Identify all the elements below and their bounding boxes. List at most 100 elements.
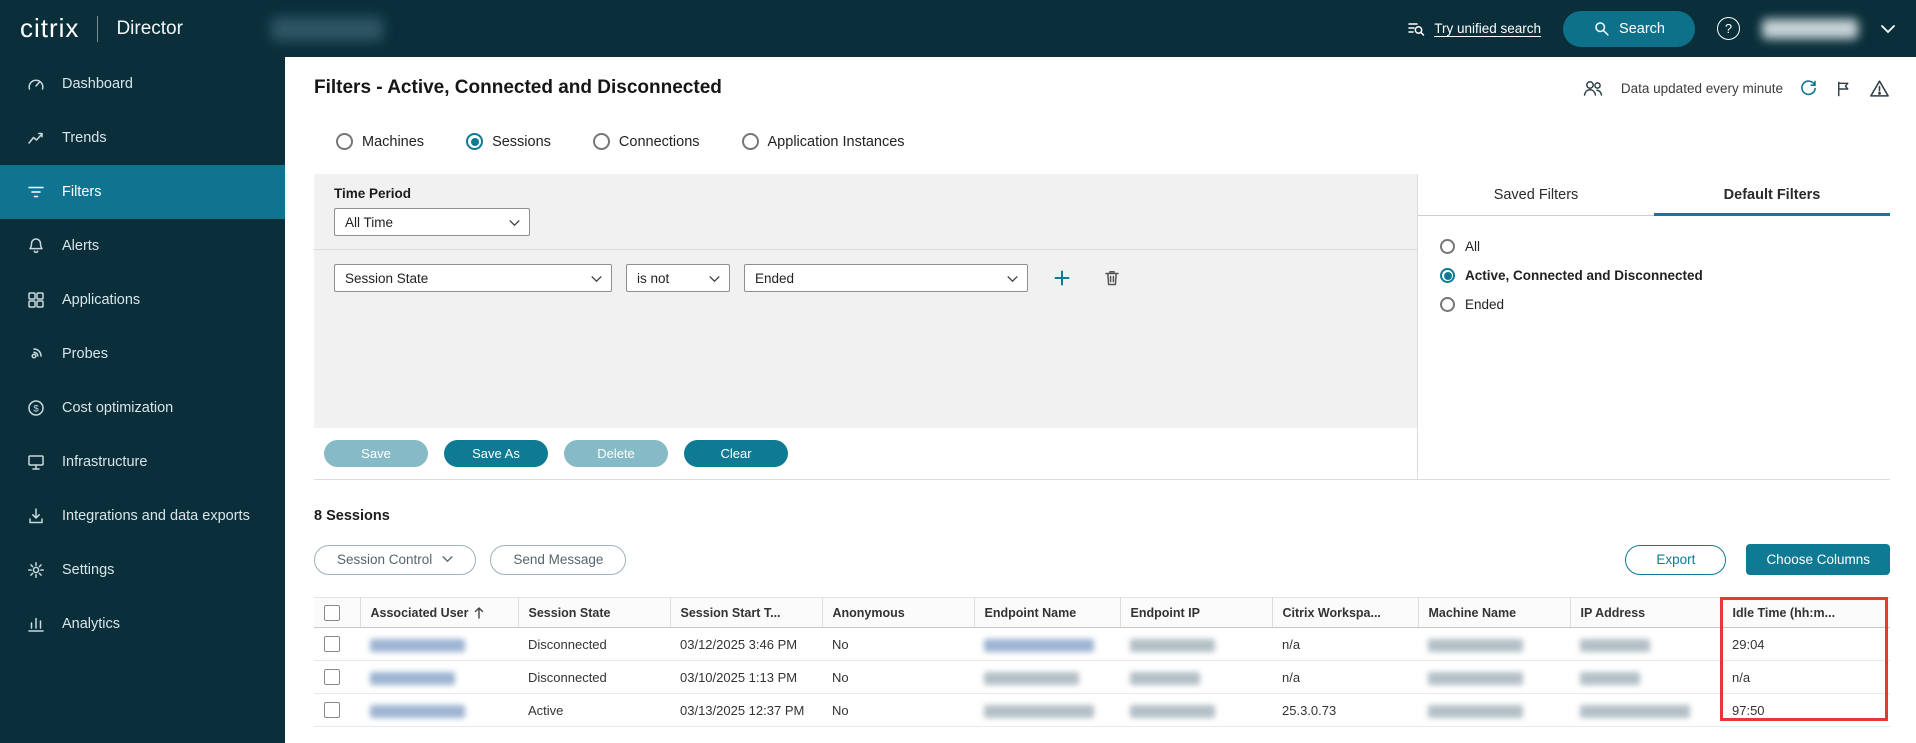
radio-application-instances[interactable]: Application Instances [742,133,905,150]
help-icon[interactable]: ? [1717,17,1740,40]
table-row[interactable]: Active 03/13/2025 12:37 PM No 25.3.0.73 … [314,694,1890,727]
redacted-cell [1580,639,1650,652]
ip-address-cell [1570,661,1722,694]
row-checkbox[interactable] [324,636,340,652]
export-button[interactable]: Export [1625,545,1726,575]
sessions-count: 8 Sessions [314,508,1890,524]
col-session-start[interactable]: Session Start T... [670,598,822,628]
clear-button[interactable]: Clear [684,440,788,467]
machine-name-cell [1418,661,1570,694]
row-checkbox[interactable] [324,669,340,685]
col-anonymous[interactable]: Anonymous [822,598,974,628]
send-message-button[interactable]: Send Message [490,545,626,575]
row-checkbox[interactable] [324,702,340,718]
sidebar-item-label: Infrastructure [62,454,147,470]
col-endpoint-name[interactable]: Endpoint Name [974,598,1120,628]
sidebar-item-probes[interactable]: Probes [0,327,285,381]
radio-sessions[interactable]: Sessions [466,133,551,150]
col-citrix-workspace[interactable]: Citrix Workspa... [1272,598,1418,628]
infrastructure-icon [26,452,46,472]
tab-saved-filters[interactable]: Saved Filters [1418,174,1654,215]
radio-circle [466,133,483,150]
redacted-cell [984,639,1094,652]
sidebar-item-filters[interactable]: Filters [0,165,285,219]
save-as-button[interactable]: Save As [444,440,548,467]
unified-search-link[interactable]: Try unified search [1406,19,1541,39]
choose-columns-button[interactable]: Choose Columns [1746,544,1890,575]
associated-user-cell [360,661,518,694]
sidebar-item-cost-optimization[interactable]: $ Cost optimization [0,381,285,435]
conditions-section: Session State is not Ended [314,250,1417,428]
refresh-icon[interactable] [1799,79,1818,98]
table-row[interactable]: Disconnected 03/10/2025 1:13 PM No n/a n… [314,661,1890,694]
warning-icon[interactable] [1869,78,1890,99]
tab-default-filters[interactable]: Default Filters [1654,174,1890,215]
delete-button[interactable]: Delete [564,440,668,467]
svg-text:$: $ [33,403,39,414]
chevron-down-icon[interactable] [1880,24,1896,34]
col-machine-name[interactable]: Machine Name [1418,598,1570,628]
redacted-cell [1130,672,1200,685]
default-filter-all[interactable]: All [1440,232,1890,261]
table-row[interactable]: Disconnected 03/12/2025 3:46 PM No n/a 2… [314,628,1890,661]
default-filter-active-connected-disconnected[interactable]: Active, Connected and Disconnected [1440,261,1890,290]
probes-icon [26,344,46,364]
citrix-workspace-cell: n/a [1272,661,1418,694]
redacted-cell [1130,639,1215,652]
col-session-state[interactable]: Session State [518,598,670,628]
col-label: Machine Name [1429,606,1517,620]
default-filter-ended[interactable]: Ended [1440,290,1890,319]
option-label: Active, Connected and Disconnected [1465,268,1703,283]
logo-divider [97,16,98,42]
sidebar-item-analytics[interactable]: Analytics [0,597,285,651]
sidebar-item-alerts[interactable]: Alerts [0,219,285,273]
sidebar-item-label: Analytics [62,616,120,632]
ip-address-cell [1570,628,1722,661]
col-endpoint-ip[interactable]: Endpoint IP [1120,598,1272,628]
col-label: Session State [529,606,611,620]
condition-field-select[interactable]: Session State [334,264,612,292]
sort-asc-icon[interactable] [474,607,484,619]
save-button[interactable]: Save [324,440,428,467]
select-all-checkbox[interactable] [324,605,340,621]
col-ip-address[interactable]: IP Address [1570,598,1722,628]
time-period-label: Time Period [334,186,1397,201]
search-button[interactable]: Search [1563,11,1695,47]
session-control-button[interactable]: Session Control [314,545,476,575]
radio-machines[interactable]: Machines [336,133,424,150]
citrix-logo[interactable]: citrix [20,13,79,44]
condition-value-select[interactable]: Ended [744,264,1028,292]
option-label: All [1465,239,1480,254]
applications-icon [26,290,46,310]
flag-icon[interactable] [1834,79,1853,98]
col-idle-time[interactable]: Idle Time (hh:m... [1722,598,1890,628]
sidebar-item-settings[interactable]: Settings [0,543,285,597]
select-all-header[interactable] [314,598,360,628]
user-sessions-icon[interactable] [1581,77,1605,99]
condition-row: Session State is not Ended [334,264,1397,292]
sidebar-item-infrastructure[interactable]: Infrastructure [0,435,285,489]
condition-operator-select[interactable]: is not [626,264,730,292]
add-condition-icon[interactable] [1052,268,1072,288]
sidebar-item-applications[interactable]: Applications [0,273,285,327]
gear-icon [26,560,46,580]
analytics-icon [26,614,46,634]
radio-connections[interactable]: Connections [593,133,700,150]
sidebar: Dashboard Trends Filters Alerts Applicat… [0,57,285,743]
chevron-down-icon [1007,276,1018,283]
sidebar-item-dashboard[interactable]: Dashboard [0,57,285,111]
filters-icon [26,182,46,202]
sidebar-item-trends[interactable]: Trends [0,111,285,165]
row-select-cell [314,628,360,661]
radio-label: Sessions [492,134,551,150]
sidebar-item-label: Filters [62,184,101,200]
sidebar-item-integrations[interactable]: Integrations and data exports [0,489,285,543]
col-label: Endpoint Name [985,606,1077,620]
col-associated-user[interactable]: Associated User [360,598,518,628]
time-period-select[interactable]: All Time [334,208,530,236]
unified-search-icon [1406,19,1426,39]
delete-condition-icon[interactable] [1102,268,1122,288]
redacted-cell [1130,705,1215,718]
endpoint-name-cell [974,661,1120,694]
sidebar-item-label: Probes [62,346,108,362]
